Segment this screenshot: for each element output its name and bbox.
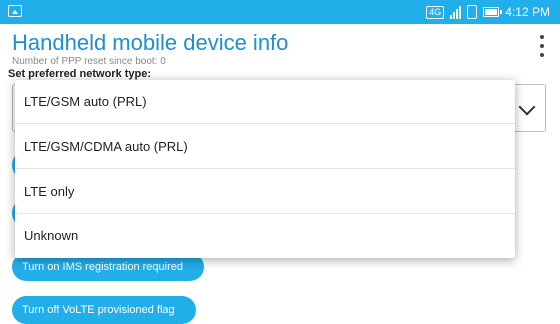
dropdown-option[interactable]: LTE only	[15, 170, 515, 214]
chevron-down-icon	[518, 98, 536, 116]
dropdown-option[interactable]: LTE/GSM/CDMA auto (PRL)	[15, 125, 515, 169]
photo-notification-icon	[8, 5, 22, 17]
network-type-badge: 4G	[426, 5, 445, 19]
overflow-menu-icon[interactable]	[540, 35, 546, 57]
dropdown-option[interactable]: LTE/GSM auto (PRL)	[15, 80, 515, 124]
ppp-reset-text: Number of PPP reset since boot: 0	[12, 56, 166, 67]
page-title: Handheld mobile device info	[12, 30, 289, 55]
status-bar-right: 4G 4:12 PM	[426, 3, 550, 21]
dropdown-option[interactable]: Unknown	[15, 214, 515, 258]
volte-provisioned-button[interactable]: Turn off VoLTE provisioned flag	[12, 296, 196, 324]
status-bar: 4G 4:12 PM	[0, 0, 560, 24]
battery-icon	[483, 7, 503, 17]
signal-strength-icon	[450, 5, 462, 19]
clock: 4:12 PM	[505, 5, 550, 19]
preferred-network-label: Set preferred network type:	[8, 68, 152, 80]
network-type-dropdown: LTE/GSM auto (PRL) LTE/GSM/CDMA auto (PR…	[15, 80, 515, 258]
vibrate-icon	[467, 5, 478, 19]
